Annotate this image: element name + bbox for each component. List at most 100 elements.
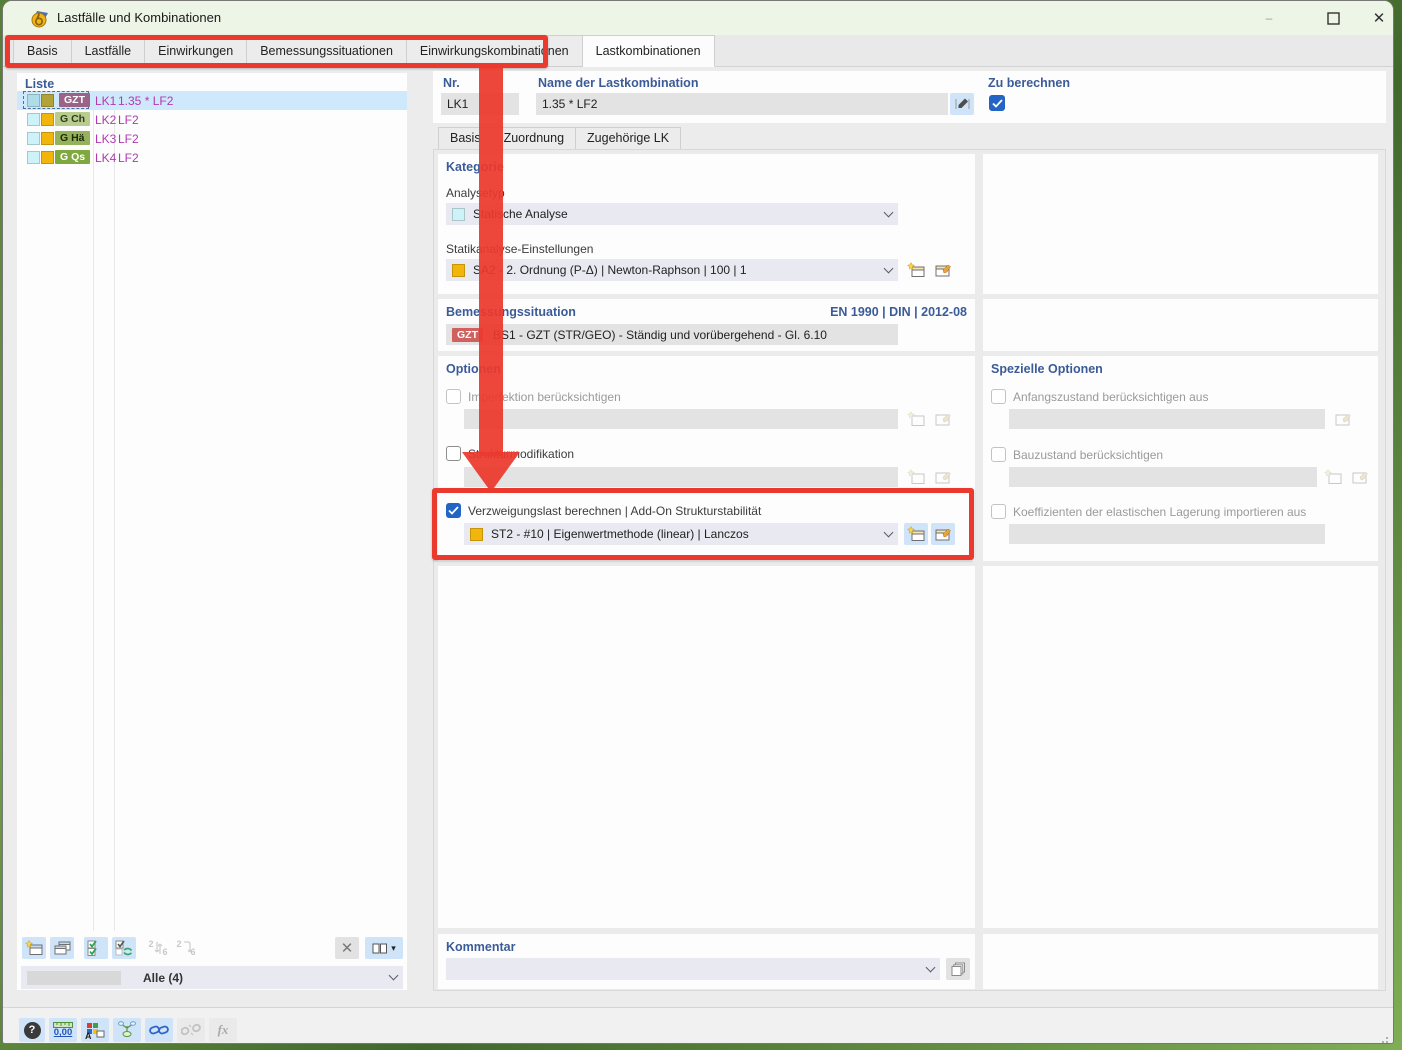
verzweigungslast-checkbox[interactable] [446, 503, 461, 518]
anfangszustand-field [1009, 409, 1325, 429]
edit-imperfektion-button[interactable] [931, 408, 955, 430]
optionen-panel: Optionen Imperfektion berücksichtigen St… [438, 356, 975, 561]
new-window-icon [907, 469, 925, 484]
detail-tab-basis[interactable]: Basis [438, 127, 493, 150]
caret-icon: ▾ [391, 942, 396, 953]
columns-button[interactable]: ▾ [365, 937, 403, 959]
chevron-down-icon [883, 527, 894, 537]
maximize-button[interactable] [1311, 1, 1355, 35]
edit-bauzustand-button[interactable] [1348, 466, 1372, 488]
row-id: LK4 [95, 150, 117, 165]
copy-item-button[interactable] [50, 937, 74, 959]
delete-icon: ✕ [340, 940, 354, 957]
name-field[interactable]: 1.35 * LF2 [536, 93, 948, 115]
new-window-icon [1324, 469, 1342, 484]
dialog-footer: ? 0,00 A fx [3, 1007, 1393, 1044]
tab-lastkombinationen[interactable]: Lastkombinationen [582, 35, 715, 67]
color-swatch-cyan [27, 132, 40, 145]
new-strukturmod-button[interactable] [904, 466, 928, 488]
edit-strukturmod-button[interactable] [931, 466, 955, 488]
color-swatch-amber [41, 113, 54, 126]
analysetyp-dropdown[interactable]: Statische Analyse [446, 203, 898, 225]
pen-icon [955, 98, 969, 109]
detail-tab-zuordnung[interactable]: Zuordnung [492, 127, 577, 150]
detail-tab-zugehoerige-lk[interactable]: Zugehörige LK [576, 127, 682, 150]
imperfektion-label: Imperfektion berücksichtigen [468, 390, 621, 404]
kommentar-header: Kommentar [446, 940, 516, 954]
list-row-lk4[interactable]: G Qs LK4 LF2 [17, 148, 407, 167]
edit-anfangszustand-button[interactable] [1331, 408, 1355, 430]
tab-basis[interactable]: Basis [13, 35, 72, 67]
strukturmodifikation-label: Strukturmodifikation [468, 447, 575, 461]
renumber-button[interactable]: 2 6 [146, 937, 170, 959]
help-icon: ? [23, 1021, 41, 1039]
edit-window-icon [935, 528, 951, 541]
chevron-down-icon [388, 970, 399, 981]
edit-statik-button[interactable] [931, 259, 955, 281]
color-swatch-cyan [27, 94, 40, 107]
list-row-lk1[interactable]: GZT LK1 1.35 * LF2 [17, 91, 407, 110]
row-badge: G Hä [55, 131, 90, 145]
copy-icon [54, 941, 70, 955]
tab-bemessungssituationen[interactable]: Bemessungssituationen [247, 35, 407, 67]
koeffizienten-field [1009, 524, 1325, 544]
strukturmodifikation-checkbox[interactable] [446, 446, 461, 461]
new-window-icon [907, 411, 925, 426]
close-button[interactable]: ✕ [1357, 1, 1393, 35]
new-bauzustand-button[interactable] [1321, 466, 1345, 488]
new-statik-button[interactable] [904, 259, 928, 281]
new-stabilitaet-button[interactable] [904, 523, 928, 545]
link-button[interactable] [145, 1018, 173, 1042]
statik-dropdown[interactable]: SA2 - 2. Ordnung (P-Δ) | Newton-Raphson … [446, 259, 898, 281]
empty-panel [983, 299, 1378, 351]
tab-einwirkungskombinationen[interactable]: Einwirkungskombinationen [406, 35, 583, 67]
compute-label: Zu berechnen [988, 76, 1070, 90]
check-all-icon [87, 940, 97, 956]
unlink-button[interactable] [177, 1018, 205, 1042]
list-header: Liste [25, 77, 55, 91]
row-id: LK1 [95, 93, 117, 108]
select-all-button[interactable] [84, 937, 108, 959]
info-button[interactable]: ? [19, 1018, 45, 1042]
new-imperfektion-button[interactable] [904, 408, 928, 430]
edit-stabilitaet-button[interactable] [931, 523, 955, 545]
list-row-lk3[interactable]: G Hä LK3 LF2 [17, 129, 407, 148]
koeffizienten-checkbox[interactable] [991, 504, 1006, 519]
new-item-button[interactable] [22, 937, 46, 959]
bemessung-field[interactable]: GZT BS1 - GZT (STR/GEO) - Ständig und vo… [446, 324, 898, 345]
check-icon [448, 506, 459, 515]
row-id: LK2 [95, 112, 117, 127]
imperfektion-checkbox[interactable] [446, 389, 461, 404]
chevron-down-icon [883, 263, 894, 273]
optionen-header: Optionen [446, 362, 501, 376]
bauzustand-checkbox[interactable] [991, 447, 1006, 462]
row-badge: GZT [59, 93, 90, 107]
gzt-badge: GZT [452, 327, 483, 342]
empty-panel [983, 934, 1378, 989]
nr-field[interactable]: LK1 [441, 93, 519, 115]
relationship-tree-button[interactable] [113, 1018, 141, 1042]
kommentar-copy-button[interactable] [946, 958, 970, 980]
compute-checkbox[interactable] [989, 95, 1005, 111]
tab-einwirkungen[interactable]: Einwirkungen [145, 35, 248, 67]
kategorie-header: Kategorie [446, 160, 504, 174]
invert-selection-button[interactable] [112, 937, 136, 959]
anfangszustand-checkbox[interactable] [991, 389, 1006, 404]
delete-button[interactable]: ✕ [335, 937, 359, 959]
record-header-panel: Nr. LK1 Name der Lastkombination 1.35 * … [433, 71, 1386, 123]
renumber-shift-button[interactable]: 2 6 [174, 937, 198, 959]
norm-label: EN 1990 | DIN | 2012-08 [830, 305, 967, 319]
list-filter-dropdown[interactable]: Alle (4) [21, 966, 403, 989]
empty-panel [983, 154, 1378, 294]
tab-lastfaelle[interactable]: Lastfälle [71, 35, 146, 67]
rename-button[interactable] [950, 93, 974, 115]
list-row-lk2[interactable]: G Ch LK2 LF2 [17, 110, 407, 129]
kommentar-combobox[interactable] [446, 958, 940, 980]
minimize-button[interactable]: – [1247, 1, 1291, 35]
display-settings-button[interactable]: A [81, 1018, 109, 1042]
maximize-icon [1326, 11, 1340, 25]
formula-button[interactable]: fx [209, 1018, 237, 1042]
resize-grip[interactable] [1379, 1036, 1389, 1044]
units-settings-button[interactable]: 0,00 [49, 1018, 77, 1042]
stabilitaet-dropdown[interactable]: ST2 - #10 | Eigenwertmethode (linear) | … [464, 523, 898, 545]
